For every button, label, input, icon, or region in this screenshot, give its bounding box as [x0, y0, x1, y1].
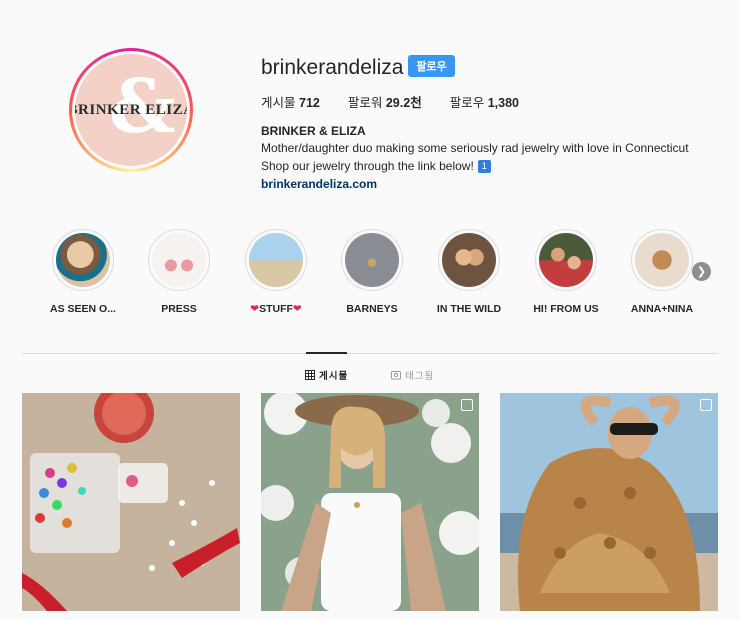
- profile-stats: 게시물 712 팔로워 29.2천 팔로우 1,380: [261, 92, 519, 111]
- multi-post-icon: [461, 399, 473, 411]
- active-tab-indicator: [306, 352, 347, 354]
- multi-post-icon: [700, 399, 712, 411]
- highlight-stuff[interactable]: ❤STUFF❤: [236, 229, 316, 315]
- posts-count: 게시물 712: [261, 96, 320, 110]
- highlight-cover: [56, 233, 110, 287]
- highlight-barneys[interactable]: BARNEYS: [332, 229, 412, 315]
- profile-avatar[interactable]: & BRINKER ELIZA: [69, 48, 193, 172]
- tab-tagged[interactable]: 태그됨: [391, 368, 434, 382]
- post-image: [22, 393, 240, 611]
- bio-text-line1: Mother/daughter duo making some seriousl…: [261, 141, 689, 155]
- avatar-brand-text: BRINKER ELIZA: [75, 101, 187, 118]
- heart-icon: ❤: [250, 303, 260, 315]
- avatar-inner: & BRINKER ELIZA: [72, 51, 190, 169]
- profile-username: brinkerandeliza: [261, 56, 404, 79]
- highlight-cover: [345, 233, 399, 287]
- highlight-cover: [635, 233, 689, 287]
- post-thumbnail[interactable]: [500, 393, 718, 611]
- following-count[interactable]: 팔로우 1,380: [450, 92, 519, 111]
- post-image: [261, 393, 479, 611]
- highlight-in-the-wild[interactable]: IN THE WILD: [429, 229, 509, 315]
- bio-website-link[interactable]: brinkerandeliza.com: [261, 177, 377, 191]
- followers-count[interactable]: 팔로워 29.2천: [348, 92, 422, 111]
- tab-posts[interactable]: 게시물: [305, 368, 348, 382]
- highlight-hi-from-us[interactable]: HI! FROM US: [526, 229, 606, 315]
- highlight-cover: [152, 233, 206, 287]
- bio-text-line2: Shop our jewelry through the link below!…: [261, 159, 491, 173]
- highlight-cover: [539, 233, 593, 287]
- tag-icon: [391, 371, 401, 380]
- chevron-right-icon[interactable]: ❯: [692, 262, 711, 281]
- follow-button[interactable]: 팔로우: [408, 55, 455, 77]
- grid-icon: [305, 370, 315, 380]
- avatar-image: & BRINKER ELIZA: [75, 54, 187, 166]
- highlight-anna-nina[interactable]: ANNA+NINA: [622, 229, 702, 315]
- post-image: [500, 393, 718, 611]
- post-thumbnail[interactable]: [22, 393, 240, 611]
- highlight-cover: [249, 233, 303, 287]
- highlight-press[interactable]: PRESS: [139, 229, 219, 315]
- tabs-divider: [22, 353, 718, 354]
- highlight-as-seen-on[interactable]: AS SEEN O...: [43, 229, 123, 315]
- keycap-one-icon: 1: [477, 159, 491, 173]
- heart-icon: ❤: [292, 303, 302, 315]
- highlight-cover: [442, 233, 496, 287]
- bio-full-name: BRINKER & ELIZA: [261, 124, 366, 138]
- post-thumbnail[interactable]: [261, 393, 479, 611]
